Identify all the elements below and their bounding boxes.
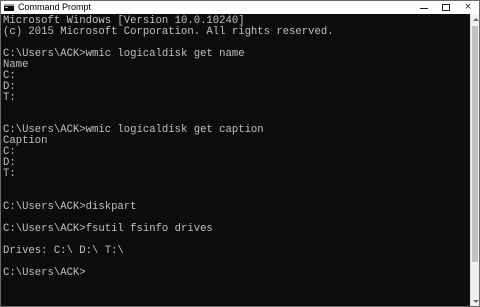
console-line: T: <box>3 91 16 104</box>
arrow-up-icon <box>472 17 479 21</box>
minimize-button[interactable] <box>413 1 435 14</box>
console-line: Caption <box>3 135 48 148</box>
arrow-down-icon <box>472 299 479 303</box>
command-prompt-window: Command Prompt × Microsoft Windows [Vers… <box>0 0 480 307</box>
console-line: C:\Users\ACK>wmic logicaldisk get name <box>3 47 245 60</box>
close-icon: × <box>464 2 472 12</box>
scroll-down-button[interactable] <box>471 296 480 306</box>
scroll-up-button[interactable] <box>471 14 480 24</box>
close-button[interactable]: × <box>457 1 479 14</box>
prompt-line: C:\Users\ACK> <box>3 266 86 279</box>
console-line: C: <box>3 69 16 82</box>
console-line: D: <box>3 157 16 170</box>
console-line: C:\Users\ACK>diskpart <box>3 200 137 213</box>
title-bar[interactable]: Command Prompt × <box>1 1 479 14</box>
maximize-icon <box>442 4 450 11</box>
maximize-button[interactable] <box>435 1 457 14</box>
window-title: Command Prompt <box>18 2 92 12</box>
console-line: T: <box>3 168 16 181</box>
window-controls: × <box>413 1 479 14</box>
scrollbar-thumb[interactable] <box>472 26 478 262</box>
console-line: (c) 2015 Microsoft Corporation. All righ… <box>3 25 334 38</box>
cmd-icon <box>4 4 14 11</box>
vertical-scrollbar[interactable] <box>470 14 479 306</box>
console-line: C:\Users\ACK>fsutil fsinfo drives <box>3 222 213 235</box>
console-line: C:\Users\ACK>wmic logicaldisk get captio… <box>3 124 264 137</box>
console-output[interactable]: Microsoft Windows [Version 10.0.10240] (… <box>1 14 470 306</box>
console-line: Drives: C:\ D:\ T:\ <box>3 244 124 257</box>
minimize-icon <box>420 7 428 9</box>
console-line: C: <box>3 146 16 159</box>
console-line: Name <box>3 58 29 71</box>
console-line: D: <box>3 80 16 93</box>
